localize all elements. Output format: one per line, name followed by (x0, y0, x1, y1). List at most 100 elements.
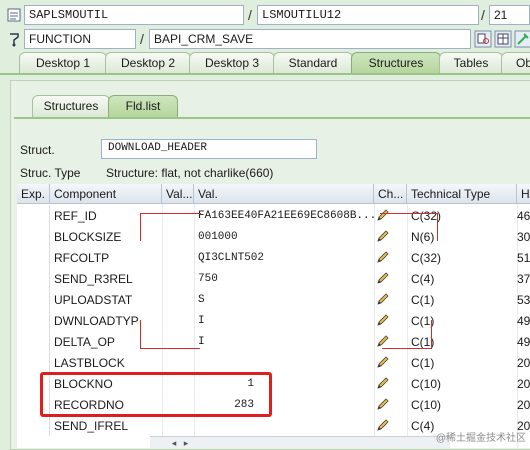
value-cell[interactable]: 750 (194, 268, 374, 289)
value-cell[interactable] (194, 352, 374, 373)
table-row[interactable]: BLOCKSIZE 001000 N(6) 30 (17, 226, 530, 247)
table-row[interactable]: LASTBLOCK C(1) 20 (17, 352, 530, 373)
table-row[interactable]: DELTA_OP I C(1) 49 (17, 331, 530, 352)
tab-underline (0, 73, 530, 75)
he-cell: 20 (517, 398, 530, 412)
subtab-field-list[interactable]: Fld.list (108, 95, 178, 117)
technical-type-cell: C(10) (411, 377, 442, 391)
tab-desktop-2[interactable]: Desktop 2 (105, 52, 191, 74)
grid-icon[interactable] (494, 30, 512, 48)
value-cell[interactable]: I (194, 331, 374, 352)
tab-structures[interactable]: Structures (351, 52, 441, 74)
subtab-structures[interactable]: Structures (32, 95, 110, 117)
change-cell[interactable] (374, 415, 407, 436)
technical-type-cell: C(1) (411, 356, 435, 370)
tools-icon[interactable] (514, 30, 530, 48)
tab-desktop-3[interactable]: Desktop 3 (189, 52, 275, 74)
tab-objects[interactable]: Ob (501, 52, 530, 74)
col-header-he[interactable]: He (517, 184, 530, 204)
he-cell: 20 (517, 377, 530, 391)
change-cell[interactable] (374, 247, 407, 268)
col-header-val-short[interactable]: Val... (162, 184, 194, 204)
tab-desktop-1[interactable]: Desktop 1 (19, 52, 107, 74)
table-row[interactable]: DWNLOADTYP I C(1) 49 (17, 310, 530, 331)
expand-cell[interactable] (17, 205, 50, 226)
expand-cell[interactable] (17, 268, 50, 289)
line-field[interactable]: 21 (489, 5, 530, 25)
find-icon[interactable] (474, 30, 492, 48)
expand-cell[interactable] (17, 247, 50, 268)
change-cell[interactable] (374, 373, 407, 394)
pencil-icon[interactable] (376, 271, 390, 285)
horizontal-scrollbar[interactable]: ◂ ▸ (150, 436, 450, 448)
he-cell: 53 (517, 293, 530, 307)
annotation-line (140, 213, 201, 241)
program-icon (7, 8, 21, 22)
scroll-right-icon[interactable]: ▸ (180, 437, 192, 449)
function-row: FUNCTION / BAPI_CRM_SAVE (0, 28, 530, 50)
col-header-change[interactable]: Ch... (374, 184, 407, 204)
he-cell: 46 (517, 209, 530, 223)
separator-slash: / (248, 7, 252, 23)
change-cell[interactable] (374, 394, 407, 415)
he-cell: 49 (517, 314, 530, 328)
value-cell[interactable]: S (194, 289, 374, 310)
desktop-tabstrip: Desktop 1 Desktop 2 Desktop 3 Standard S… (0, 52, 530, 74)
pencil-icon[interactable] (376, 250, 390, 264)
expand-cell[interactable] (17, 415, 50, 436)
highlight-box (40, 372, 272, 417)
expand-cell[interactable] (17, 289, 50, 310)
value-cell[interactable]: I (194, 310, 374, 331)
function-icon (10, 33, 19, 47)
col-header-exp[interactable]: Exp. (17, 184, 50, 204)
struct-label: Struct. (20, 143, 55, 157)
tab-tables[interactable]: Tables (439, 52, 503, 74)
col-header-component[interactable]: Component (50, 184, 162, 204)
technical-type-cell: C(32) (411, 251, 442, 265)
pencil-icon[interactable] (376, 292, 390, 306)
technical-type-cell: C(4) (411, 272, 435, 286)
table-row[interactable]: SEND_R3REL 750 C(4) 37 (17, 268, 530, 289)
value-cell[interactable] (194, 415, 374, 436)
struct-type-value: Structure: flat, not charlike(660) (106, 166, 274, 180)
program-field[interactable]: SAPLSMOUTIL (24, 5, 244, 25)
table-row[interactable]: UPLOADSTAT S C(1) 53 (17, 289, 530, 310)
technical-type-cell: C(1) (411, 293, 435, 307)
change-cell[interactable] (374, 352, 407, 373)
struct-name-field[interactable]: DOWNLOAD_HEADER (101, 139, 317, 159)
annotation-line (140, 320, 200, 349)
expand-cell[interactable] (17, 352, 50, 373)
change-cell[interactable] (374, 268, 407, 289)
annotation-line (382, 320, 432, 349)
value-cell[interactable]: FA163EE40FA21EE69EC8608B... (194, 205, 374, 226)
he-cell: 20 (517, 356, 530, 370)
subtab-underline (14, 117, 530, 119)
name-field[interactable]: BAPI_CRM_SAVE (149, 29, 471, 49)
component-cell: UPLOADSTAT (54, 293, 133, 307)
separator-slash: / (140, 31, 144, 47)
pencil-icon[interactable] (376, 418, 390, 432)
change-cell[interactable] (374, 289, 407, 310)
technical-type-cell: C(10) (411, 398, 442, 412)
scroll-left-icon[interactable]: ◂ (168, 437, 180, 449)
col-header-val[interactable]: Val. (194, 184, 374, 204)
pencil-icon[interactable] (376, 397, 390, 411)
value-cell[interactable]: QI3CLNT502 (194, 247, 374, 268)
include-field[interactable]: LSMOUTILU12 (257, 5, 479, 25)
pencil-icon[interactable] (376, 376, 390, 390)
grid-header: Exp. Component Val... Val. Ch... Technic… (17, 184, 530, 204)
pencil-icon[interactable] (376, 355, 390, 369)
table-row[interactable]: REF_ID FA163EE40FA21EE69EC8608B... C(32) 46 (17, 205, 530, 226)
he-cell: 49 (517, 335, 530, 349)
watermark: @稀土掘金技术社区 (435, 433, 526, 444)
expand-cell[interactable] (17, 331, 50, 352)
type-field[interactable]: FUNCTION (24, 29, 136, 49)
col-header-technical-type[interactable]: Technical Type (407, 184, 517, 204)
value-cell[interactable]: 001000 (194, 226, 374, 247)
expand-cell[interactable] (17, 310, 50, 331)
table-row[interactable]: RFCOLTP QI3CLNT502 C(32) 51 (17, 247, 530, 268)
tab-standard[interactable]: Standard (273, 52, 353, 74)
struct-type-label: Struc. Type (20, 166, 81, 180)
he-cell: 30 (517, 230, 530, 244)
expand-cell[interactable] (17, 226, 50, 247)
